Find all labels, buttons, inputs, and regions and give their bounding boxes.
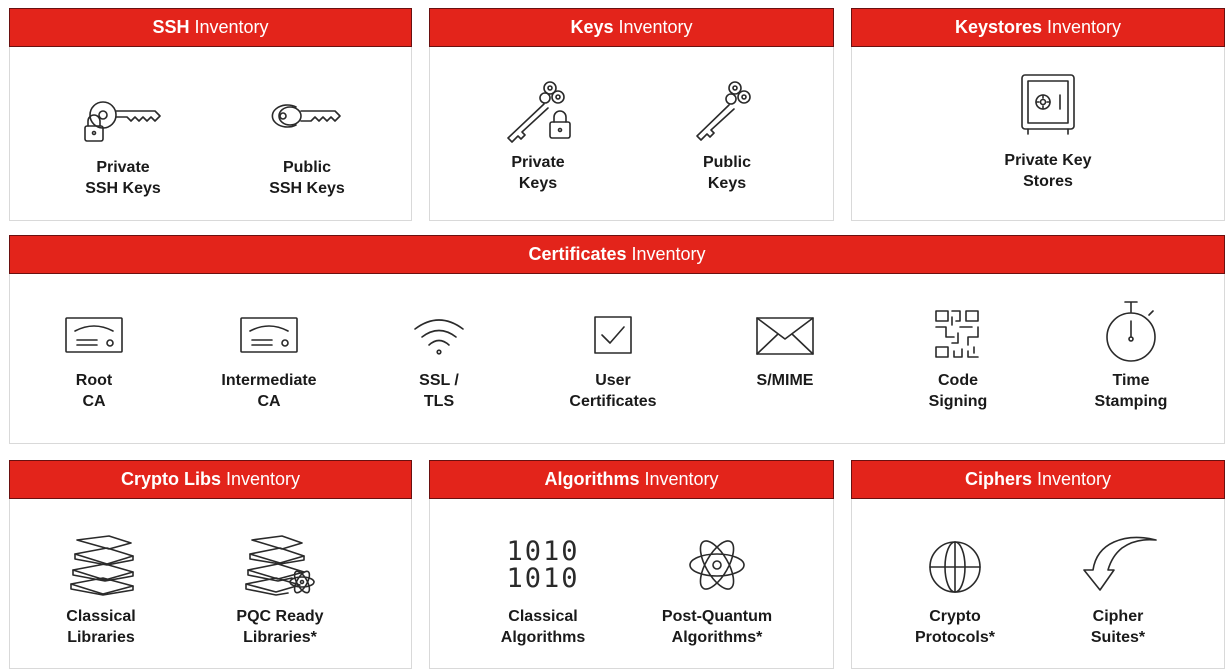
header-title-rest: Inventory — [1047, 17, 1122, 37]
code-signing-label: Code Signing — [928, 372, 988, 410]
certificates-inventory-panel: Certificates Inventory Root CA Intermedia… — [9, 235, 1225, 444]
cipher-suites-label: Cipher Suites* — [1090, 608, 1146, 646]
algorithms-inventory-panel: Algorithms Inventory 1010 1010 Classical … — [429, 460, 834, 669]
header-title-rest: Inventory — [631, 244, 706, 264]
locked-key-icon — [84, 101, 161, 142]
private-keys-label: Private Keys — [511, 154, 565, 192]
classical-algorithms-label: Classical Algorithms — [500, 608, 586, 646]
root-ca-label: Root CA — [75, 372, 113, 410]
curved-arrow-icon — [1083, 536, 1157, 591]
books-icon — [70, 535, 134, 596]
public-ssh-keys-label: Public SSH Keys — [269, 159, 345, 197]
classical-libraries-item[interactable]: Classical Libraries — [21, 534, 181, 648]
header-title-bold: Keystores — [954, 17, 1042, 37]
stopwatch-icon — [1106, 301, 1156, 362]
public-keys-label: Public Keys — [702, 154, 751, 192]
header-title-bold: Certificates — [528, 244, 627, 264]
public-ssh-keys-item[interactable]: Public SSH Keys — [227, 95, 387, 199]
header-title-bold: Keys — [570, 17, 614, 37]
wifi-icon — [414, 319, 464, 355]
crypto-protocols-label: Crypto Protocols* — [914, 608, 995, 646]
cipher-suites-item[interactable]: Cipher Suites* — [1038, 534, 1198, 648]
intermediate-ca-label: Intermediate CA — [221, 372, 317, 410]
private-key-stores-label: Private Key Stores — [1004, 152, 1092, 190]
crypto-protocols-item[interactable]: Crypto Protocols* — [875, 534, 1035, 648]
qr-code-icon — [935, 310, 979, 358]
ssl-tls-label: SSL / TLS — [419, 372, 459, 410]
intermediate-ca-item[interactable]: Intermediate CA — [189, 315, 349, 412]
certificates-inventory-header: Certificates Inventory — [9, 235, 1225, 274]
keystores-inventory-header: Keystores Inventory — [851, 8, 1225, 47]
key-icon — [271, 104, 341, 128]
checkbox-icon — [594, 316, 632, 354]
crypto-libs-inventory-header: Crypto Libs Inventory — [9, 460, 412, 499]
envelope-icon — [756, 317, 814, 355]
pqc-ready-libraries-label: PQC Ready Libraries* — [236, 608, 324, 646]
s-mime-label: S/MIME — [756, 372, 814, 389]
s-mime-item[interactable]: S/MIME — [705, 315, 865, 391]
locked-skeleton-key-icon — [507, 81, 571, 143]
user-certificates-label: User Certificates — [569, 372, 657, 410]
header-title-bold: Ciphers — [964, 469, 1032, 489]
post-quantum-algorithms-item[interactable]: Post-Quantum Algorithms* — [637, 534, 797, 648]
root-ca-item[interactable]: Root CA — [14, 315, 174, 412]
certificate-icon — [65, 317, 123, 353]
books-atom-icon — [245, 535, 315, 596]
crypto-libs-inventory-panel: Crypto Libs Inventory Classical Libraries… — [9, 460, 412, 669]
private-key-stores-item[interactable]: Private Key Stores — [968, 73, 1128, 192]
ssl-tls-item[interactable]: SSL / TLS — [359, 315, 519, 412]
header-title-rest: Inventory — [225, 469, 301, 489]
private-keys-item[interactable]: Private Keys — [458, 78, 618, 194]
public-keys-item[interactable]: Public Keys — [647, 78, 807, 194]
pqc-ready-libraries-item[interactable]: PQC Ready Libraries* — [200, 534, 360, 648]
atom-icon — [689, 540, 745, 590]
binary-icon: 1010 1010 — [505, 534, 581, 596]
ciphers-inventory-header: Ciphers Inventory — [851, 460, 1225, 499]
keystores-inventory-panel: Keystores Inventory Private Key Stores — [851, 8, 1225, 221]
header-title-rest: Inventory — [194, 17, 269, 37]
post-quantum-algorithms-label: Post-Quantum Algorithms* — [661, 608, 773, 646]
binary-line: 1010 — [506, 536, 580, 567]
safe-icon — [1021, 74, 1075, 135]
certificate-icon — [240, 317, 298, 353]
time-stamping-item[interactable]: Time Stamping — [1051, 299, 1211, 412]
private-ssh-keys-label: Private SSH Keys — [85, 159, 161, 197]
private-ssh-keys-item[interactable]: Private SSH Keys — [43, 95, 203, 199]
time-stamping-label: Time Stamping — [1094, 372, 1168, 410]
header-title-rest: Inventory — [644, 469, 719, 489]
algorithms-inventory-header: Algorithms Inventory — [429, 460, 834, 499]
binary-line: 1010 — [506, 563, 580, 594]
user-certificates-item[interactable]: User Certificates — [533, 315, 693, 412]
ssh-inventory-panel: SSH Inventory Private SSH Keys Public SSH… — [9, 8, 412, 221]
keys-inventory-panel: Keys Inventory Private Keys Public Keys — [429, 8, 834, 221]
globe-icon — [929, 541, 981, 593]
classical-algorithms-item[interactable]: 1010 1010 Classical Algorithms — [463, 534, 623, 648]
skeleton-key-icon — [696, 81, 751, 141]
ciphers-inventory-panel: Ciphers Inventory Crypto Protocols* Ciphe… — [851, 460, 1225, 669]
header-title-bold: SSH — [152, 17, 190, 37]
ssh-inventory-header: SSH Inventory — [9, 8, 412, 47]
code-signing-item[interactable]: Code Signing — [878, 307, 1038, 412]
keys-inventory-header: Keys Inventory — [429, 8, 834, 47]
header-title-bold: Crypto Libs — [120, 469, 221, 489]
header-title-rest: Inventory — [1036, 469, 1112, 489]
classical-libraries-label: Classical Libraries — [66, 608, 136, 646]
header-title-rest: Inventory — [618, 17, 693, 37]
header-title-bold: Algorithms — [544, 469, 640, 489]
